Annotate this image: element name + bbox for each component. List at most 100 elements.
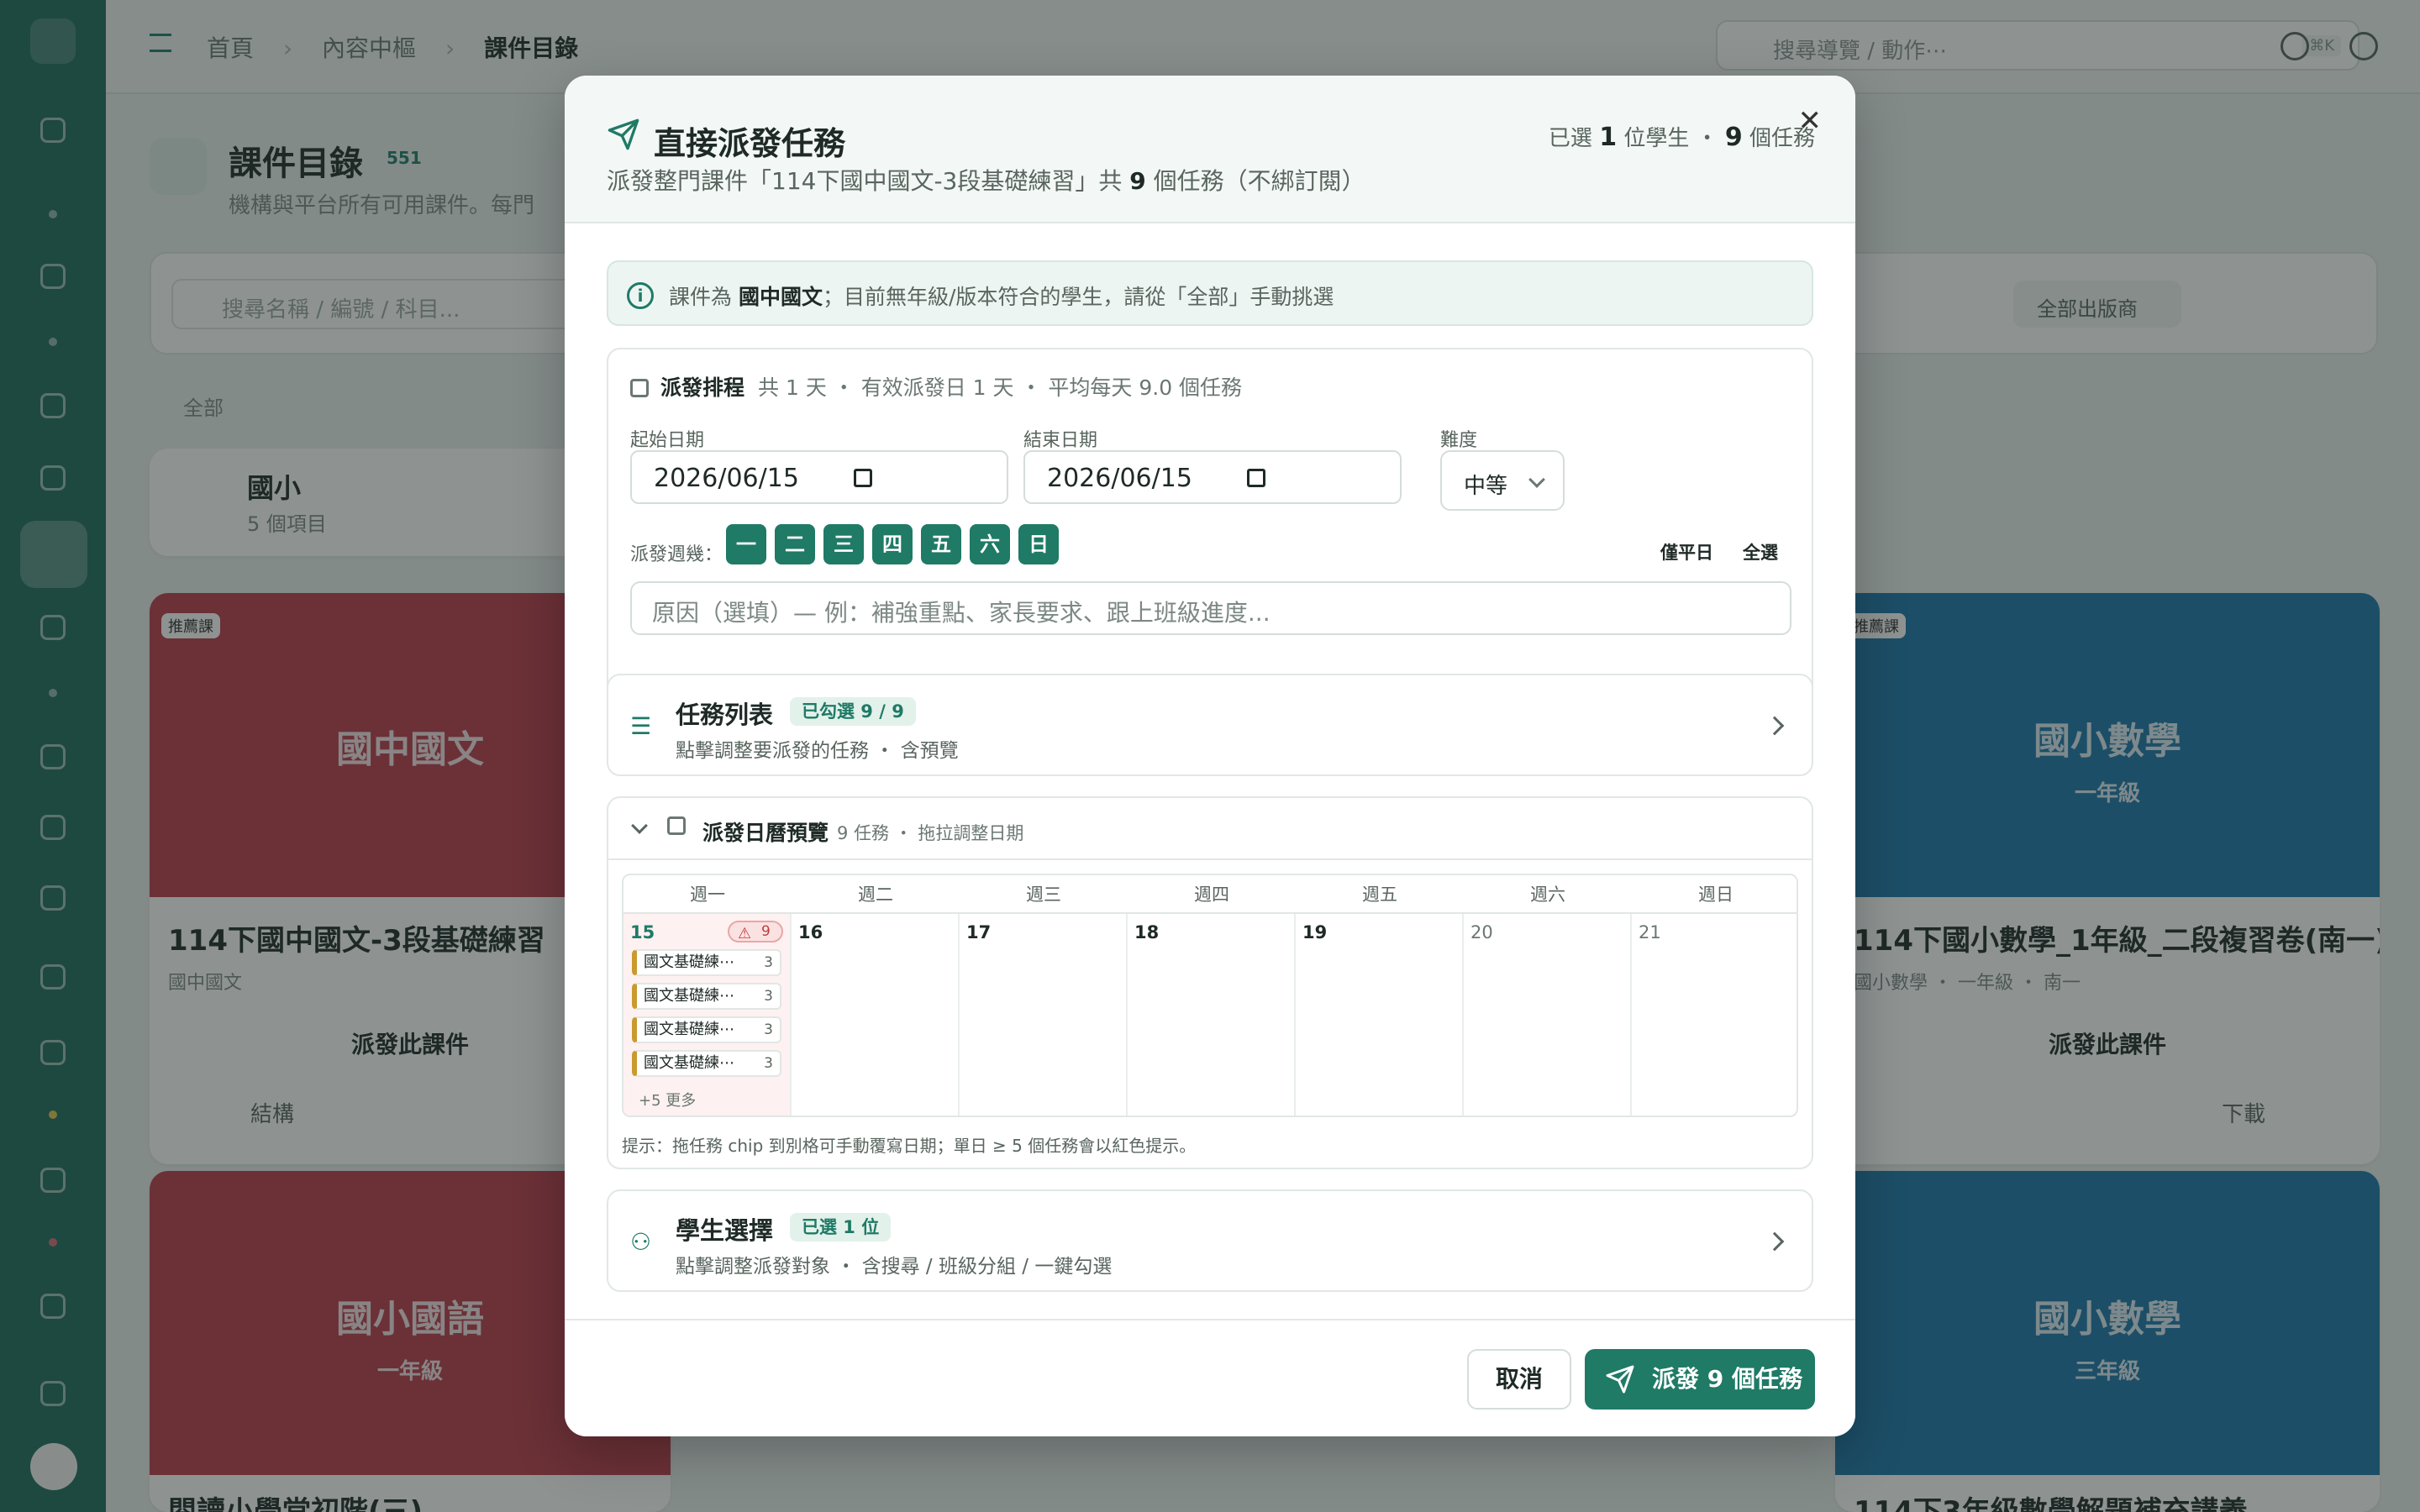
subtitle-suffix: 個任務（不綁訂閱）: [1145, 167, 1365, 195]
warning-count: 9: [761, 923, 771, 940]
day-number: 17: [966, 922, 992, 942]
schedule-header: 派發排程共 1 天 ・ 有效派發日 1 天 ・ 平均每天 9.0 個任務: [630, 371, 1242, 402]
selected-tasks: 9: [1724, 123, 1743, 152]
difficulty-select[interactable]: 中等: [1440, 450, 1565, 511]
weekday-header: 週六: [1464, 875, 1632, 914]
info-prefix: 課件為: [669, 285, 739, 309]
send-icon: [1606, 1365, 1634, 1394]
weekday-toggle-mon[interactable]: 一: [726, 524, 766, 564]
info-banner: i 課件為 國中國文；目前無年級/版本符合的學生，請從「全部」手動挑選: [607, 260, 1813, 326]
weekday-toggle-sun[interactable]: 日: [1018, 524, 1059, 564]
weekday-header: 週四: [1128, 875, 1296, 914]
summary-label: 已選: [1548, 126, 1600, 151]
day-number: 15: [630, 922, 655, 942]
calendar-hint: 提示：拖任務 chip 到別格可手動覆寫日期；單日 ≥ 5 個任務會以紅色提示。: [622, 1136, 1197, 1156]
start-date-input[interactable]: 2026/06/15: [630, 450, 1008, 504]
modal-title: 直接派發任務: [654, 125, 846, 162]
day-number: 20: [1470, 922, 1493, 942]
modal-footer: 取消 派發 9 個任務: [565, 1319, 1855, 1436]
calendar-day-cell[interactable]: 15 ⚠ 9 國文基礎練⋯ 3 國文基礎練⋯ 3 國文基礎練⋯ 3 國文基礎練⋯ 3 +5…: [623, 914, 792, 1116]
chip-count: 3: [764, 1021, 773, 1038]
calendar-day-cell[interactable]: 18: [1128, 914, 1296, 1116]
end-date-value: 2026/06/15: [1047, 464, 1192, 493]
weekday-toggle-thu[interactable]: 四: [872, 524, 913, 564]
calendar-day-cell[interactable]: 17: [960, 914, 1128, 1116]
calendar-icon: [854, 469, 872, 487]
weekday-header: 週二: [792, 875, 960, 914]
schedule-meta: 共 1 天 ・ 有效派發日 1 天 ・ 平均每天 9.0 個任務: [758, 375, 1243, 400]
calendar-day-cell[interactable]: 20: [1464, 914, 1632, 1116]
info-text: 課件為 國中國文；目前無年級/版本符合的學生，請從「全部」手動挑選: [669, 281, 1334, 311]
chevron-down-icon[interactable]: [631, 817, 648, 834]
calendar-icon: [1247, 469, 1265, 487]
calendar-day-cell[interactable]: 21: [1632, 914, 1797, 1116]
schedule-section: 派發排程共 1 天 ・ 有效派發日 1 天 ・ 平均每天 9.0 個任務 起始日…: [607, 348, 1813, 727]
task-chip[interactable]: 國文基礎練⋯ 3: [632, 949, 781, 976]
weekday-header: 週日: [1632, 875, 1797, 914]
dispatch-submit-button[interactable]: 派發 9 個任務: [1585, 1349, 1815, 1410]
task-chip[interactable]: 國文基礎練⋯ 3: [632, 1016, 781, 1043]
day-number: 18: [1134, 922, 1160, 942]
schedule-title: 派發排程: [660, 375, 745, 400]
modal-header: 直接派發任務 派發整門課件「114下國中國文-3段基礎練習」共 9 個任務（不綁…: [565, 76, 1855, 223]
chip-count: 3: [764, 954, 773, 971]
cancel-button[interactable]: 取消: [1467, 1349, 1571, 1410]
difficulty-label: 難度: [1440, 430, 1478, 451]
checklist-icon: ☰: [630, 712, 652, 740]
calendar-preview-meta: 9 任務 ・ 拖拉調整日期: [837, 823, 1024, 843]
weekdays-only-button[interactable]: 僅平日: [1660, 539, 1713, 564]
users-icon: ⚇: [630, 1228, 652, 1256]
chip-label: 國文基礎練⋯: [644, 953, 734, 971]
overload-warning-badge: ⚠ 9: [728, 921, 783, 942]
student-selection-subtitle: 點擊調整派發對象 ・ 含搜尋 / 班級分組 / 一鍵勾選: [676, 1256, 1113, 1278]
student-selection-row[interactable]: ⚇ 學生選擇 已選 1 位 點擊調整派發對象 ・ 含搜尋 / 班級分組 / 一鍵…: [607, 1189, 1813, 1292]
weekday-label: 派發週幾：: [630, 544, 723, 565]
start-date-value: 2026/06/15: [654, 464, 799, 493]
info-subject: 國中國文: [738, 285, 823, 309]
reason-input[interactable]: 原因（選填）— 例：補強重點、家長要求、跟上班級進度...: [630, 581, 1791, 635]
weekday-toggle-wed[interactable]: 三: [823, 524, 864, 564]
end-date-input[interactable]: 2026/06/15: [1023, 450, 1402, 504]
calendar-icon: [630, 379, 649, 397]
send-icon: [608, 118, 639, 150]
task-chip[interactable]: 國文基礎練⋯ 3: [632, 1050, 781, 1077]
difficulty-value: 中等: [1464, 474, 1508, 499]
weekday-header: 週一: [623, 875, 792, 914]
info-icon: i: [627, 282, 654, 309]
weekday-toggle-fri[interactable]: 五: [921, 524, 961, 564]
chip-count: 3: [764, 1055, 773, 1072]
selected-students: 1: [1599, 123, 1618, 152]
student-selection-title: 學生選擇: [676, 1216, 774, 1245]
close-icon[interactable]: ✕: [1798, 104, 1823, 138]
dispatch-submit-label: 派發 9 個任務: [1652, 1365, 1802, 1393]
subtitle-count: 9: [1129, 167, 1146, 195]
day-number: 21: [1639, 922, 1661, 942]
more-tasks-link[interactable]: +5 更多: [639, 1089, 696, 1110]
selection-summary: 已選 1 位學生 ・ 9 個任務: [1549, 121, 1815, 152]
subtitle-prefix: 派發整門課件「114下國中國文-3段基礎練習」共: [607, 167, 1130, 195]
calendar-day-cell[interactable]: 16: [792, 914, 960, 1116]
warning-icon: ⚠: [738, 925, 752, 942]
calendar-icon: [667, 816, 686, 835]
weekday-toggle-tue[interactable]: 二: [775, 524, 815, 564]
task-list-subtitle: 點擊調整要派發的任務 ・ 含預覽: [676, 740, 959, 762]
weekday-header: 週三: [960, 875, 1128, 914]
task-chip[interactable]: 國文基礎練⋯ 3: [632, 983, 781, 1010]
select-all-button[interactable]: 全選: [1743, 539, 1778, 564]
task-list-title: 任務列表: [676, 701, 774, 729]
day-number: 19: [1302, 922, 1328, 942]
task-list-row[interactable]: ☰ 任務列表 已勾選 9 / 9 點擊調整要派發的任務 ・ 含預覽: [607, 674, 1813, 776]
summary-label: 位學生 ・: [1617, 126, 1725, 151]
task-count-badge: 已勾選 9 / 9: [790, 697, 916, 726]
chip-count: 3: [764, 988, 773, 1005]
chevron-down-icon: [1528, 471, 1545, 488]
calendar-day-cell[interactable]: 19: [1296, 914, 1464, 1116]
day-number: 16: [798, 922, 823, 942]
dispatch-modal: 直接派發任務 派發整門課件「114下國中國文-3段基礎練習」共 9 個任務（不綁…: [565, 76, 1855, 1436]
reason-placeholder: 原因（選填）— 例：補強重點、家長要求、跟上班級進度...: [652, 599, 1270, 627]
chip-label: 國文基礎練⋯: [644, 1021, 734, 1038]
chevron-right-icon: [1765, 1231, 1785, 1252]
info-suffix: ；目前無年級/版本符合的學生，請從「全部」手動挑選: [822, 285, 1334, 309]
calendar-preview-header[interactable]: 派發日曆預覽 9 任務 ・ 拖拉調整日期: [608, 798, 1812, 860]
weekday-toggle-sat[interactable]: 六: [970, 524, 1010, 564]
